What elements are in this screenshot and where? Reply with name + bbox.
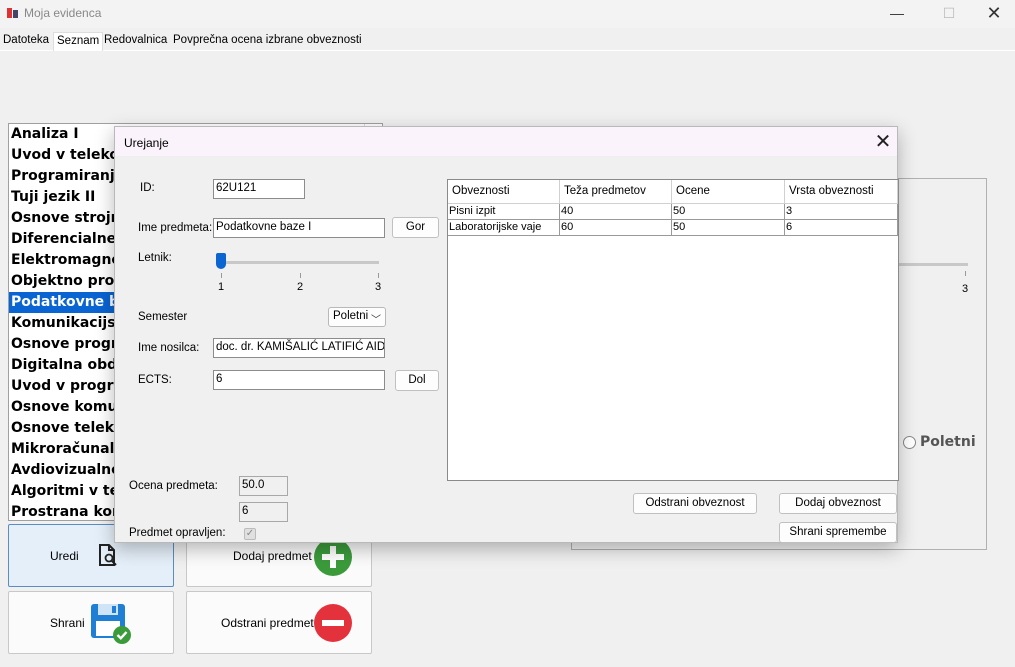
save-disk-icon <box>91 604 131 644</box>
dialog-close-icon[interactable]: ✕ <box>870 130 896 154</box>
year-tick <box>300 273 301 278</box>
semester-select[interactable]: Poletni ﹀ <box>328 307 386 327</box>
edit-button-label: Uredi <box>50 549 79 563</box>
table-cell[interactable]: 6 <box>785 220 898 236</box>
table-cell[interactable]: 50 <box>672 204 785 220</box>
minus-icon <box>314 604 352 642</box>
window-titlebar: Moja evidenca — ☐ ✕ <box>0 0 1015 28</box>
menu-seznam[interactable]: Seznam <box>53 32 104 51</box>
save-changes-button[interactable]: Shrani spremembe <box>779 522 897 543</box>
dialog-title: Urejanje <box>124 136 169 150</box>
semester-value: Poletni <box>333 310 369 322</box>
year-tick-label: 1 <box>218 281 225 293</box>
year-label: Letnik: <box>138 252 172 264</box>
year-slider-thumb[interactable] <box>216 253 226 269</box>
save-button-label: Shrani <box>50 616 85 630</box>
table-cell[interactable]: Pisni izpit <box>448 204 560 220</box>
table-cell[interactable]: 60 <box>560 220 672 236</box>
ects-field[interactable]: 6 <box>213 370 385 390</box>
ects-label: ECTS: <box>138 374 172 386</box>
year-slider-track <box>221 261 379 264</box>
up-button[interactable]: Gor <box>392 217 439 238</box>
name-field[interactable]: Podatkovne baze I <box>213 218 385 238</box>
remove-obligation-button[interactable]: Odstrani obveznost <box>633 493 757 514</box>
menu-bar: Datoteka Seznam Redovalnica Povprečna oc… <box>0 32 1015 51</box>
name-label: Ime predmeta: <box>138 222 213 234</box>
bg-slider-tick-label: 3 <box>962 283 969 295</box>
id-label: ID: <box>140 182 155 194</box>
grade-field: 50.0 <box>239 476 288 496</box>
table-cell[interactable]: 40 <box>560 204 672 220</box>
save-button[interactable]: Shrani <box>8 591 174 654</box>
add-subject-label: Dodaj predmet <box>233 549 312 563</box>
passed-checkbox[interactable]: ✓ <box>244 528 256 540</box>
lecturer-label: Ime nosilca: <box>138 342 200 354</box>
table-cell[interactable]: Laboratorijske vaje <box>448 220 560 236</box>
year-tick-label: 3 <box>375 281 382 293</box>
table-header[interactable]: Obveznosti <box>448 180 560 204</box>
table-cell[interactable]: 50 <box>672 220 785 236</box>
bg-slider-tick <box>965 271 966 276</box>
grade-label: Ocena predmeta: <box>129 480 218 492</box>
table-cell[interactable]: 3 <box>785 204 898 220</box>
table-header[interactable]: Teža predmetov <box>560 180 672 204</box>
menu-povprecna-ocena[interactable]: Povprečna ocena izbrane obveznosti <box>170 32 365 51</box>
dialog-titlebar: Urejanje ✕ <box>115 127 897 157</box>
menu-datoteka[interactable]: Datoteka <box>0 32 52 51</box>
maximize-icon[interactable]: ☐ <box>934 4 964 24</box>
plus-icon <box>314 538 352 576</box>
radio-poletni-label: Poletni <box>920 434 976 450</box>
chevron-down-icon: ﹀ <box>371 315 381 326</box>
bg-slider-track <box>898 263 968 266</box>
remove-subject-label: Odstrani predmet <box>221 616 314 630</box>
year-tick-label: 2 <box>297 281 304 293</box>
grade-field-2: 6 <box>239 502 288 522</box>
passed-label: Predmet opravljen: <box>129 527 226 539</box>
year-tick <box>221 273 222 278</box>
edit-document-icon <box>99 544 117 566</box>
down-button[interactable]: Dol <box>395 370 439 391</box>
radio-poletni[interactable] <box>903 436 916 449</box>
minimize-icon[interactable]: — <box>882 4 912 24</box>
table-header[interactable]: Ocene <box>672 180 785 204</box>
remove-subject-button[interactable]: Odstrani predmet <box>186 591 372 654</box>
edit-dialog: Urejanje ✕ ID: 62U121 Ime predmeta: Poda… <box>114 126 899 543</box>
semester-label: Semester <box>138 311 188 323</box>
add-obligation-button[interactable]: Dodaj obveznost <box>779 493 897 514</box>
table-header[interactable]: Vrsta obveznosti <box>785 180 898 204</box>
year-tick <box>378 273 379 278</box>
id-field[interactable]: 62U121 <box>213 179 305 199</box>
menu-redovalnica[interactable]: Redovalnica <box>101 32 170 51</box>
app-icon <box>7 8 18 18</box>
close-window-icon[interactable]: ✕ <box>979 4 1009 24</box>
lecturer-field[interactable]: doc. dr. KAMIŠALIĆ LATIFIĆ AIDA <box>213 338 385 358</box>
obligations-table[interactable]: Obveznosti Teža predmetov Ocene Vrsta ob… <box>447 179 899 481</box>
window-title: Moja evidenca <box>24 6 102 20</box>
